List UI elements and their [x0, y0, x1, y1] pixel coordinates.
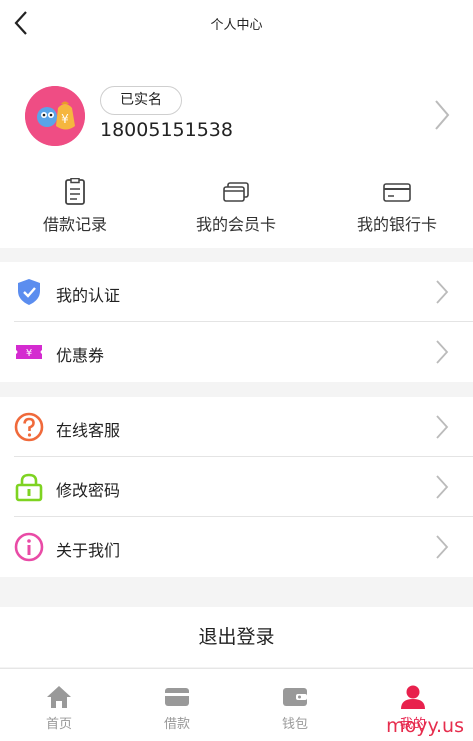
home-icon — [47, 686, 71, 708]
card-icon — [165, 688, 189, 706]
money-bag-mascot-icon: ¥ — [25, 86, 85, 146]
user-icon — [401, 685, 425, 709]
chevron-right-icon — [436, 340, 449, 364]
quick-link-label: 我的会员卡 — [195, 215, 276, 234]
tab-label: 钱包 — [281, 717, 308, 732]
top-nav-bar: 个人中心 — [0, 0, 473, 46]
tab-loan[interactable]: 借款 — [118, 669, 236, 741]
tab-wallet[interactable]: 钱包 — [236, 669, 354, 741]
menu-item-label: 关于我们 — [56, 541, 121, 560]
menu-item-label: 修改密码 — [56, 481, 121, 500]
help-circle-icon — [14, 412, 44, 442]
chevron-right-icon[interactable] — [433, 98, 451, 132]
menu-group-account: 我的认证 ¥ 优惠券 — [0, 262, 473, 382]
bank-card-icon — [383, 183, 411, 202]
chevron-right-icon — [436, 280, 449, 304]
chevron-right-icon — [436, 415, 449, 439]
quick-link-label: 借款记录 — [42, 215, 107, 234]
tab-label: 借款 — [163, 717, 190, 732]
cards-icon — [223, 182, 249, 202]
logout-button[interactable]: 退出登录 — [0, 607, 473, 667]
quick-link-loan-records[interactable]: 借款记录 — [0, 178, 150, 238]
menu-item-coupons[interactable]: ¥ 优惠券 — [0, 322, 473, 382]
quick-link-bank-card[interactable]: 我的银行卡 — [322, 178, 472, 238]
svg-text:¥: ¥ — [26, 348, 32, 359]
info-circle-icon — [14, 532, 44, 562]
menu-item-label: 在线客服 — [56, 421, 121, 440]
page-title: 个人中心 — [210, 18, 263, 33]
chevron-right-icon — [436, 475, 449, 499]
phone-number: 18005151538 — [100, 119, 233, 141]
verified-badge: 已实名 — [100, 86, 182, 115]
quick-link-label: 我的银行卡 — [356, 215, 437, 234]
svg-text:¥: ¥ — [61, 112, 69, 126]
menu-item-verification[interactable]: 我的认证 — [0, 262, 473, 322]
menu-item-label: 优惠券 — [56, 346, 105, 365]
tab-label: 首页 — [45, 717, 72, 732]
chevron-right-icon — [436, 535, 449, 559]
document-icon — [65, 178, 85, 205]
menu-item-change-password[interactable]: 修改密码 — [0, 457, 473, 517]
quick-link-membership-card[interactable]: 我的会员卡 — [161, 178, 311, 238]
watermark: moyy.us — [386, 715, 464, 737]
profile-card[interactable]: ¥ 已实名 18005151538 借款记录 我的会员卡 我的银行卡 — [0, 46, 473, 248]
tab-home[interactable]: 首页 — [0, 669, 118, 741]
menu-item-online-service[interactable]: 在线客服 — [0, 397, 473, 457]
menu-item-label: 我的认证 — [56, 286, 121, 305]
lock-icon — [15, 473, 43, 502]
wallet-icon — [283, 688, 307, 706]
avatar[interactable]: ¥ — [25, 86, 85, 146]
shield-check-icon — [18, 279, 40, 305]
coupon-icon: ¥ — [16, 345, 42, 359]
menu-item-about-us[interactable]: 关于我们 — [0, 517, 473, 577]
menu-group-support: 在线客服 修改密码 关于我们 — [0, 397, 473, 577]
